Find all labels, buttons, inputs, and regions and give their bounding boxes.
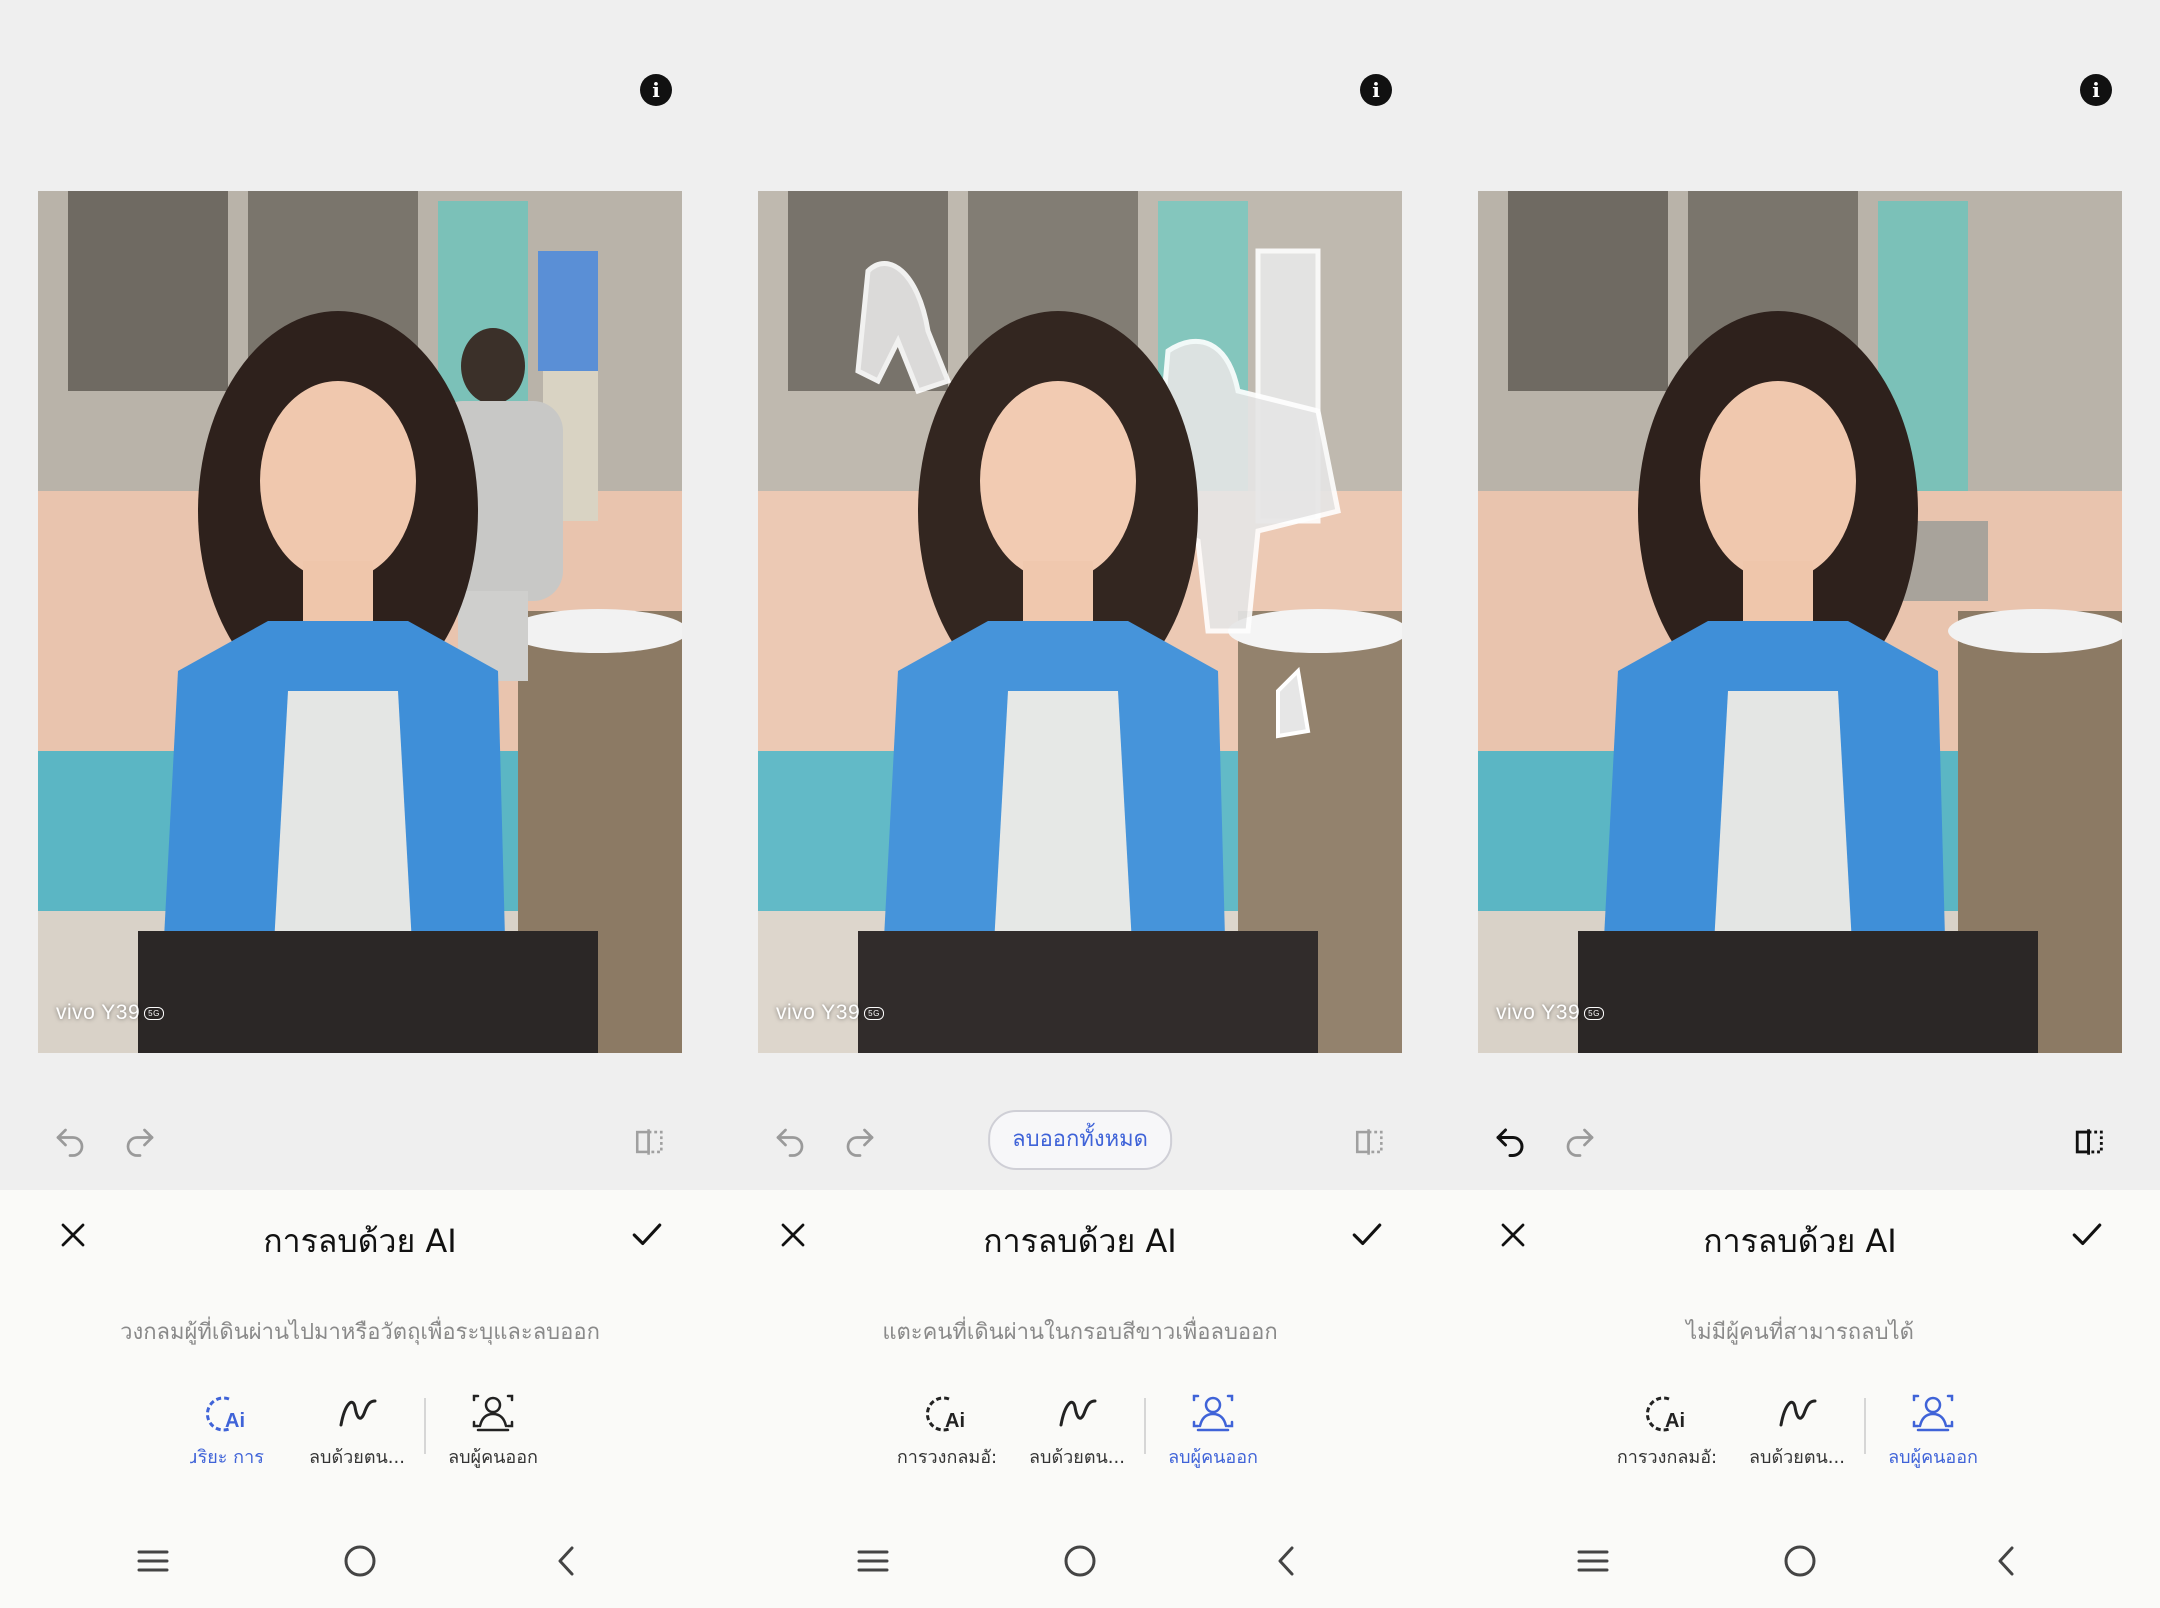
compare-icon[interactable] [1348, 1120, 1392, 1164]
tool-divider [424, 1398, 426, 1454]
camera-watermark: vivo Y39 5G [1496, 1001, 1604, 1025]
tool-ai-circle[interactable]: Ai การวงกลมอั: [882, 1390, 1012, 1471]
tool-selector: Ai การวงกลมอั: ลบด้วยตน... ลบผู้คนออก [720, 1390, 1440, 1480]
info-icon[interactable]: i [1360, 74, 1392, 106]
tool-label: ลบผู้คนออก [448, 1447, 538, 1468]
hint-text: แตะคนที่เดินผ่านในกรอบสีขาวเพื่อลบออก [882, 1320, 1278, 1345]
menu-icon[interactable] [848, 1536, 898, 1586]
hint-text: ไม่มีผู้คนที่สามารถลบได้ [1686, 1320, 1914, 1345]
panel-title: การลบด้วย AI [983, 1222, 1177, 1260]
camera-watermark: vivo Y39 5G [56, 1001, 164, 1025]
photo-preview[interactable]: vivo Y39 5G [38, 191, 682, 1053]
tool-label: ลบด้วยตน... [1749, 1447, 1845, 1468]
brush-stroke-icon [1775, 1390, 1819, 1436]
panel-title: การลบด้วย AI [1703, 1222, 1897, 1260]
tool-selector: Ai การวงกลมอั: ลบด้วยตน... ลบผู้คนออก [1440, 1390, 2160, 1480]
tool-ai-circle[interactable]: Ai ɹริยะ การ [162, 1390, 292, 1471]
tool-label: ลบด้วยตน... [309, 1447, 405, 1468]
photo-image [758, 191, 1402, 1053]
compare-icon[interactable] [628, 1120, 672, 1164]
tool-remove-people[interactable]: ลบผู้คนออก [1868, 1390, 1998, 1471]
tool-divider [1864, 1398, 1866, 1454]
home-icon[interactable] [1055, 1536, 1105, 1586]
ai-circle-icon: Ai [203, 1390, 251, 1436]
tool-label: ลบด้วยตน... [1029, 1447, 1125, 1468]
system-nav-bar [720, 1518, 1440, 1608]
undo-icon[interactable] [48, 1120, 92, 1164]
redo-icon[interactable] [838, 1120, 882, 1164]
home-icon[interactable] [335, 1536, 385, 1586]
tool-manual-brush[interactable]: ลบด้วยตน... [1012, 1390, 1142, 1471]
compare-icon[interactable] [2068, 1120, 2112, 1164]
tool-ai-circle[interactable]: Ai การวงกลมอั: [1602, 1390, 1732, 1471]
edit-toolbar: ลบออกทั้งหมด [720, 1110, 1440, 1170]
redo-icon[interactable] [1558, 1120, 1602, 1164]
tool-selector: Ai ɹริยะ การ ลบด้วยตน... ลบผู้คนออก [0, 1390, 720, 1480]
tool-label: การวงกลมอั: [896, 1447, 998, 1468]
screen-circle-mode: i vivo Y39 5G การลบด้วย AI วงกลมผู้ที่เด… [0, 0, 720, 1608]
ai-circle-icon: Ai [923, 1390, 971, 1436]
tool-label: การวงกลมอั: [1616, 1447, 1718, 1468]
camera-watermark: vivo Y39 5G [776, 1001, 884, 1025]
tool-label: ɹริยะ การ [190, 1447, 264, 1468]
back-icon[interactable] [542, 1536, 592, 1586]
menu-icon[interactable] [128, 1536, 178, 1586]
svg-text:Ai: Ai [225, 1410, 245, 1432]
tool-manual-brush[interactable]: ลบด้วยตน... [292, 1390, 422, 1471]
tool-label: ลบผู้คนออก [1168, 1447, 1258, 1468]
brush-stroke-icon [335, 1390, 379, 1436]
screen-people-removed: i vivo Y39 5G การลบด้วย AI ไม่มีผู้คนที่… [1440, 0, 2160, 1608]
remove-all-button[interactable]: ลบออกทั้งหมด [988, 1110, 1172, 1170]
confirm-button[interactable] [622, 1210, 672, 1260]
screen-remove-people-detected: i vivo Y39 5G ลบออกทั้งหมด การลบด้วย AI … [720, 0, 1440, 1608]
svg-text:Ai: Ai [945, 1410, 965, 1432]
back-icon[interactable] [1982, 1536, 2032, 1586]
back-icon[interactable] [1262, 1536, 1312, 1586]
info-icon[interactable]: i [640, 74, 672, 106]
confirm-button[interactable] [2062, 1210, 2112, 1260]
photo-preview[interactable]: vivo Y39 5G [758, 191, 1402, 1053]
tool-divider [1144, 1398, 1146, 1454]
brush-stroke-icon [1055, 1390, 1099, 1436]
edit-toolbar [0, 1110, 720, 1170]
undo-icon[interactable] [768, 1120, 812, 1164]
tool-remove-people[interactable]: ลบผู้คนออก [428, 1390, 558, 1471]
photo-image [1478, 191, 2122, 1053]
tool-label: ลบผู้คนออก [1888, 1447, 1978, 1468]
info-icon[interactable]: i [2080, 74, 2112, 106]
photo-image [38, 191, 682, 1053]
edit-toolbar [1440, 1110, 2160, 1170]
svg-text:Ai: Ai [1665, 1410, 1685, 1432]
undo-icon[interactable] [1488, 1120, 1532, 1164]
home-icon[interactable] [1775, 1536, 1825, 1586]
menu-icon[interactable] [1568, 1536, 1618, 1586]
hint-text: วงกลมผู้ที่เดินผ่านไปมาหรือวัตถุเพื่อระบ… [120, 1320, 600, 1345]
redo-icon[interactable] [118, 1120, 162, 1164]
tool-remove-people[interactable]: ลบผู้คนออก [1148, 1390, 1278, 1471]
panel-title: การลบด้วย AI [263, 1222, 457, 1260]
ai-circle-icon: Ai [1643, 1390, 1691, 1436]
system-nav-bar [0, 1518, 720, 1608]
confirm-button[interactable] [1342, 1210, 1392, 1260]
tool-manual-brush[interactable]: ลบด้วยตน... [1732, 1390, 1862, 1471]
photo-preview[interactable]: vivo Y39 5G [1478, 191, 2122, 1053]
remove-people-icon [470, 1390, 516, 1436]
remove-people-icon [1910, 1390, 1956, 1436]
system-nav-bar [1440, 1518, 2160, 1608]
remove-people-icon [1190, 1390, 1236, 1436]
